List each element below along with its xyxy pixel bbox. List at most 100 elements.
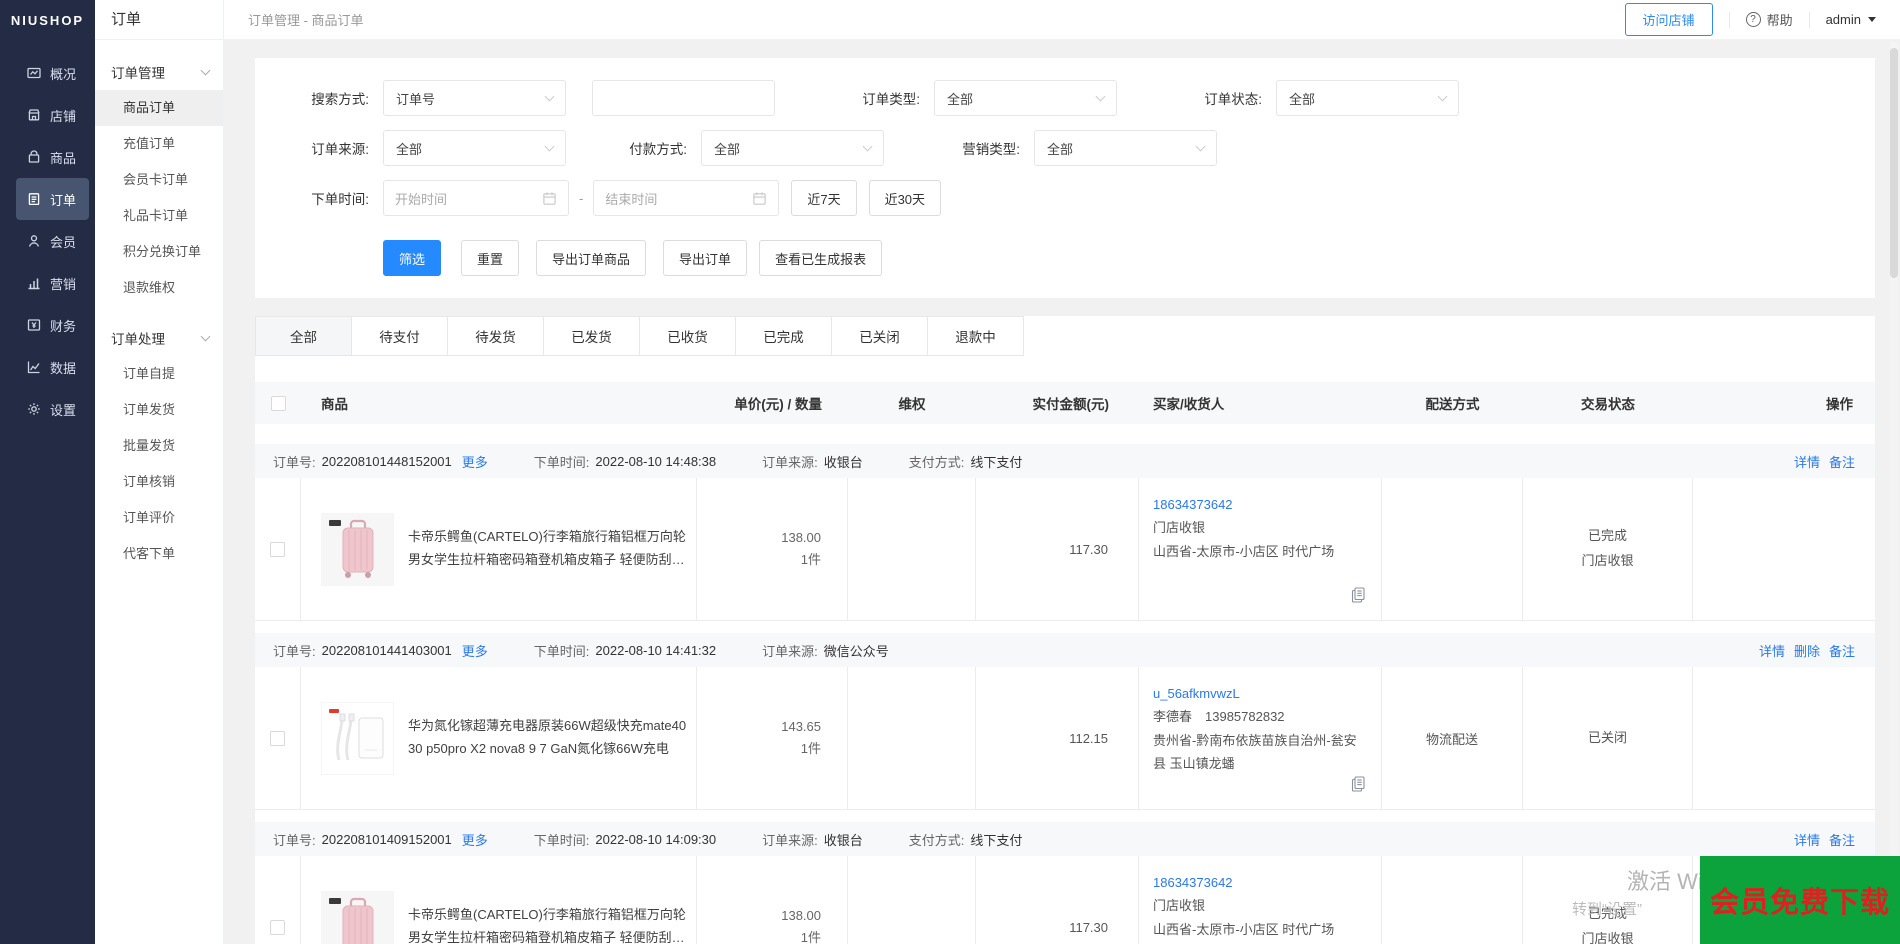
select-all-checkbox[interactable] — [270, 395, 286, 411]
pay-way-value: 全部 — [714, 141, 741, 157]
row-checkbox[interactable] — [270, 730, 285, 746]
order-status-select[interactable]: 全部 — [1276, 80, 1459, 116]
more-link[interactable]: 更多 — [462, 641, 488, 660]
nav-item-settings[interactable]: 设置 — [0, 388, 95, 430]
remark-link[interactable]: 备注 — [1829, 452, 1855, 471]
delete-link[interactable]: 删除 — [1794, 641, 1820, 660]
remark-link[interactable]: 备注 — [1829, 641, 1855, 660]
submenu-item-giftcard-orders[interactable]: 礼品卡订单 — [95, 198, 223, 234]
tab-closed[interactable]: 已关闭 — [831, 316, 928, 356]
chevron-down-icon — [544, 91, 555, 101]
overview-icon — [26, 65, 42, 81]
keyword-input[interactable] — [592, 80, 775, 116]
nav-item-shop[interactable]: 店铺 — [0, 94, 95, 136]
last-7-days-button[interactable]: 近7天 — [791, 180, 857, 216]
row-checkbox[interactable] — [270, 541, 285, 557]
order-type-label: 订单类型: — [862, 92, 920, 107]
order-time: 2022-08-10 14:09:30 — [595, 831, 717, 847]
order-source-select[interactable]: 全部 — [383, 130, 566, 166]
submenu-item-refund[interactable]: 退款维权 — [95, 270, 223, 306]
tab-all[interactable]: 全部 — [255, 316, 352, 356]
copy-icon[interactable] — [1351, 776, 1365, 799]
help-button[interactable]: ? 帮助 — [1745, 10, 1793, 29]
submenu-item-verify[interactable]: 订单核销 — [95, 464, 223, 500]
more-link[interactable]: 更多 — [462, 830, 488, 849]
tab-pending-shipment[interactable]: 待发货 — [447, 316, 544, 356]
chevron-down-icon — [200, 331, 211, 341]
help-icon: ? — [1745, 12, 1761, 27]
delivery-method: 物流配送 — [1425, 731, 1478, 747]
tab-pending-payment[interactable]: 待支付 — [351, 316, 448, 356]
submenu-item-review[interactable]: 订单评价 — [95, 500, 223, 536]
primary-sidebar: NIUSHOP 概况 店铺 商品 订单 会员 营销 财务 数据 设置 — [0, 0, 95, 944]
chevron-down-icon — [200, 65, 211, 75]
tab-completed[interactable]: 已完成 — [735, 316, 832, 356]
order-row: 华为氮化镓超薄充电器原装66W超级快充mate40 30 p50pro X2 n… — [255, 667, 1875, 810]
copy-icon[interactable] — [1351, 587, 1365, 610]
pay-way-select[interactable]: 全部 — [701, 130, 884, 166]
detail-link[interactable]: 详情 — [1794, 452, 1820, 471]
tab-refunding[interactable]: 退款中 — [927, 316, 1024, 356]
order-source-value: 全部 — [396, 141, 423, 157]
filter-row-1: 搜索方式: 订单号 订单类型: 全部 订单状态: 全部 — [279, 80, 1851, 116]
order-no: 202208101409152001 — [321, 831, 452, 847]
search-mode-select[interactable]: 订单号 — [383, 80, 566, 116]
remark-link[interactable]: 备注 — [1829, 830, 1855, 849]
submenu-item-recharge-orders[interactable]: 充值订单 — [95, 126, 223, 162]
submenu-item-batch-delivery[interactable]: 批量发货 — [95, 428, 223, 464]
end-date-placeholder: 结束时间 — [605, 191, 658, 207]
submenu-group-header[interactable]: 订单管理 — [95, 54, 223, 90]
export-order-goods-button[interactable]: 导出订单商品 — [536, 240, 647, 276]
visit-shop-button[interactable]: 访问店铺 — [1624, 3, 1713, 36]
start-date-input[interactable]: 开始时间 — [383, 180, 569, 216]
tab-received[interactable]: 已收货 — [639, 316, 736, 356]
product-image — [320, 701, 395, 775]
nav-item-goods[interactable]: 商品 — [0, 136, 95, 178]
buyer-link[interactable]: 18634373642 — [1153, 871, 1233, 894]
submenu-item-proxy-order[interactable]: 代客下单 — [95, 536, 223, 572]
order-pay: 线下支付 — [970, 832, 1023, 848]
nav-item-orders[interactable]: 订单 — [16, 178, 89, 220]
marketing-type-select[interactable]: 全部 — [1034, 130, 1217, 166]
nav-item-overview[interactable]: 概况 — [0, 52, 95, 94]
detail-link[interactable]: 详情 — [1759, 641, 1785, 660]
col-paid-amount: 实付金额(元) — [1032, 397, 1110, 412]
buyer-link[interactable]: 18634373642 — [1153, 493, 1233, 516]
buyer-link[interactable]: u_56afkmvwzL — [1153, 682, 1240, 705]
submenu-item-membercard-orders[interactable]: 会员卡订单 — [95, 162, 223, 198]
submenu-item-goods-orders[interactable]: 商品订单 — [95, 90, 223, 126]
order-type-select[interactable]: 全部 — [934, 80, 1117, 116]
nav-item-data[interactable]: 数据 — [0, 346, 95, 388]
view-reports-button[interactable]: 查看已生成报表 — [759, 240, 883, 276]
user-menu[interactable]: admin — [1826, 12, 1876, 27]
nav-item-finance[interactable]: 财务 — [0, 304, 95, 346]
reset-button[interactable]: 重置 — [461, 240, 520, 276]
submenu-item-points-orders[interactable]: 积分兑换订单 — [95, 234, 223, 270]
submenu-item-pickup[interactable]: 订单自提 — [95, 356, 223, 392]
order-no: 202208101441403001 — [321, 642, 452, 658]
order-time: 2022-08-10 14:48:38 — [595, 453, 717, 469]
tab-shipped[interactable]: 已发货 — [543, 316, 640, 356]
nav-item-members[interactable]: 会员 — [0, 220, 95, 262]
submenu-item-delivery[interactable]: 订单发货 — [95, 392, 223, 428]
order-no-label: 订单号: — [273, 454, 316, 470]
nav-item-marketing[interactable]: 营销 — [0, 262, 95, 304]
member-free-download-banner[interactable]: 会员免费下载 — [1700, 856, 1900, 944]
col-price-qty: 单价(元) / 数量 — [734, 397, 822, 412]
filter-row-2: 订单来源: 全部 付款方式: 全部 营销类型: 全部 — [279, 130, 1851, 166]
caret-down-icon — [1868, 17, 1876, 22]
export-orders-button[interactable]: 导出订单 — [663, 240, 748, 276]
end-date-input[interactable]: 结束时间 — [593, 180, 780, 216]
filter-row-3: 下单时间: 开始时间 - 结束时间 近7天 近30天 — [279, 180, 1851, 216]
filter-button[interactable]: 筛选 — [383, 240, 442, 276]
chevron-down-icon — [1437, 91, 1448, 101]
help-label: 帮助 — [1766, 13, 1793, 28]
last-30-days-button[interactable]: 近30天 — [868, 180, 942, 216]
content: 搜索方式: 订单号 订单类型: 全部 订单状态: 全部 订单来源: 全部 付款方… — [224, 40, 1900, 944]
scrollbar-thumb[interactable] — [1890, 48, 1898, 278]
row-checkbox[interactable] — [270, 919, 285, 935]
filter-buttons: 筛选 重置 导出订单商品 导出订单 查看已生成报表 — [383, 240, 1851, 276]
more-link[interactable]: 更多 — [462, 452, 488, 471]
detail-link[interactable]: 详情 — [1794, 830, 1820, 849]
submenu-group-header[interactable]: 订单处理 — [95, 320, 223, 356]
